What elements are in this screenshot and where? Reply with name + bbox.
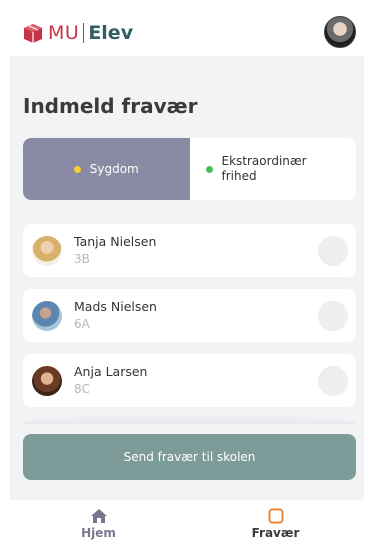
select-checkbox[interactable] [318, 236, 348, 266]
student-class: 6A [74, 316, 90, 331]
user-avatar[interactable] [324, 16, 356, 48]
nav-tab-home[interactable]: Hjem [10, 500, 187, 548]
student-row-mads[interactable]: Mads Nielsen 6A [23, 289, 356, 342]
main-content: Indmeld fravær Sygdom Ekstraordinær frih… [10, 56, 364, 500]
home-icon [90, 509, 107, 523]
absence-type-toggle: Sygdom Ekstraordinær frihed [23, 138, 356, 200]
app-logo[interactable]: MU Elev [22, 22, 133, 44]
page-title: Indmeld fravær [23, 94, 198, 118]
select-checkbox[interactable] [318, 366, 348, 396]
logo-mu-text: MU [48, 22, 80, 44]
app-screen: MU Elev Indmeld fravær Sygdom Ekstraordi… [10, 0, 364, 548]
app-header: MU Elev [10, 10, 364, 56]
student-name: Tanja Nielsen [74, 233, 157, 249]
toggle-option-sygdom[interactable]: Sygdom [23, 138, 190, 200]
student-row-anja[interactable]: Anja Larsen 8C [23, 354, 356, 407]
student-info: Tanja Nielsen 3B [74, 234, 156, 268]
box-logo-icon [24, 24, 42, 43]
student-avatar [32, 365, 62, 396]
nav-absence-label: Fravær [251, 526, 300, 540]
student-class: 8C [74, 381, 91, 396]
nav-home-label: Hjem [81, 526, 116, 540]
student-info: Anja Larsen 8C [74, 364, 147, 398]
toggle-option-label: Sygdom [89, 162, 139, 176]
yellow-dot-icon [73, 165, 81, 173]
student-avatar [32, 300, 62, 331]
toggle-option-ekstraordinaer-frihed[interactable]: Ekstraordinær frihed [190, 138, 357, 200]
logo-elev-text: Elev [88, 22, 134, 44]
green-dot-icon [205, 165, 213, 173]
bottom-navigation: Hjem Fravær [10, 500, 364, 548]
select-checkbox[interactable] [318, 301, 348, 331]
student-name: Anja Larsen [74, 363, 148, 379]
student-avatar [32, 235, 62, 266]
toggle-option-label: Ekstraordinær frihed [221, 154, 307, 183]
send-absence-button[interactable]: Send fravær til skolen [23, 434, 356, 480]
student-name: Mads Nielsen [74, 298, 157, 314]
student-class: 3B [74, 251, 90, 266]
list-scroll-fade [23, 414, 356, 424]
student-row-tanja[interactable]: Tanja Nielsen 3B [23, 224, 356, 277]
student-info: Mads Nielsen 6A [74, 299, 157, 333]
logo-separator [83, 23, 85, 43]
square-icon [268, 508, 283, 524]
nav-tab-absence[interactable]: Fravær [187, 500, 364, 548]
